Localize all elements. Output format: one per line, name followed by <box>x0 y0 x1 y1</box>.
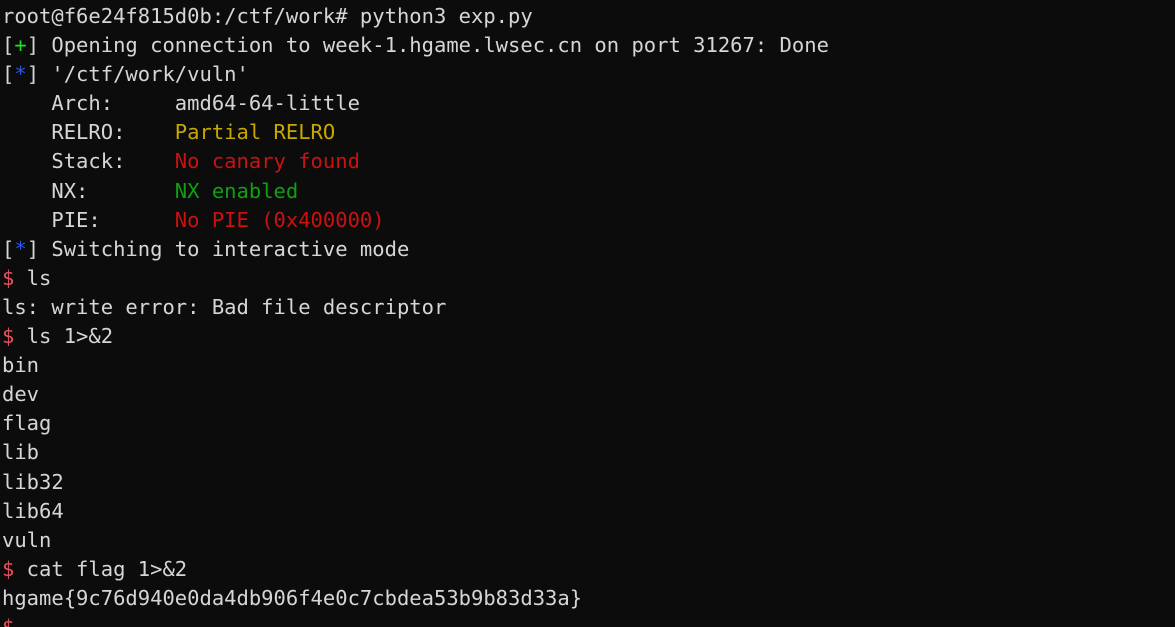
remote-command-ls-redirect-text: ls 1>&2 <box>14 324 114 349</box>
log-line-opening-connection-text: ] Opening connection to week-1.hgame.lws… <box>26 33 829 58</box>
output-line-bin-text: bin <box>2 353 40 378</box>
checksec-line-stack-text: Stack: <box>2 149 175 174</box>
checksec-line-nx-text: NX enabled <box>174 178 299 203</box>
checksec-line-stack: Stack: No canary found <box>2 147 1175 176</box>
output-line-lib-text: lib <box>2 440 40 465</box>
shell-prompt-line-text: root@f6e24f815d0b:/ctf/work# python3 exp… <box>2 4 533 28</box>
remote-command-ls-redirect-text: $ <box>2 324 15 349</box>
remote-prompt-waiting-text: $ <box>2 614 15 627</box>
checksec-line-arch-text: Arch: amd64-64-little <box>2 91 360 116</box>
checksec-line-pie-text: PIE: <box>2 207 175 232</box>
checksec-line-pie-text: No PIE (0x400000) <box>174 207 385 232</box>
log-line-interactive-mode: [*] Switching to interactive mode <box>2 235 1175 264</box>
shell-prompt-line: root@f6e24f815d0b:/ctf/work# python3 exp… <box>2 2 1175 31</box>
output-line-ls-error: ls: write error: Bad file descriptor <box>2 293 1175 322</box>
checksec-line-arch: Arch: amd64-64-little <box>2 89 1175 118</box>
log-line-interactive-mode-text: * <box>14 236 27 261</box>
log-line-binary-path-text: * <box>14 62 27 87</box>
remote-command-ls-text: $ <box>2 265 15 290</box>
output-line-flag-value: hgame{9c76d940e0da4db906f4e0c7cbdea53b9b… <box>2 584 1175 613</box>
remote-command-ls: $ ls <box>2 264 1175 293</box>
checksec-line-nx: NX: NX enabled <box>2 177 1175 206</box>
output-line-dev: dev <box>2 380 1175 409</box>
checksec-line-relro-text: RELRO: <box>2 120 175 145</box>
log-line-interactive-mode-text: [ <box>2 236 15 261</box>
remote-prompt-waiting: $ <box>2 613 1175 627</box>
checksec-line-relro-text: Partial RELRO <box>174 120 336 145</box>
log-line-opening-connection-text: + <box>14 33 27 58</box>
log-line-binary-path-text: ] '/ctf/work/vuln' <box>26 62 249 87</box>
checksec-line-nx-text: NX: <box>2 178 175 203</box>
remote-command-cat-flag-text: $ <box>2 556 15 581</box>
output-line-lib: lib <box>2 438 1175 467</box>
output-line-vuln: vuln <box>2 526 1175 555</box>
checksec-line-pie: PIE: No PIE (0x400000) <box>2 206 1175 235</box>
output-line-dev-text: dev <box>2 382 40 407</box>
log-line-interactive-mode-text: ] Switching to interactive mode <box>26 236 410 261</box>
output-line-vuln-text: vuln <box>2 527 52 552</box>
log-line-binary-path-text: [ <box>2 62 15 87</box>
remote-command-ls-redirect: $ ls 1>&2 <box>2 322 1175 351</box>
remote-command-cat-flag: $ cat flag 1>&2 <box>2 555 1175 584</box>
output-line-flag-text: flag <box>2 411 52 436</box>
log-line-binary-path: [*] '/ctf/work/vuln' <box>2 60 1175 89</box>
output-line-lib64: lib64 <box>2 497 1175 526</box>
output-line-lib32-text: lib32 <box>2 469 64 494</box>
output-line-bin: bin <box>2 351 1175 380</box>
output-line-flag: flag <box>2 409 1175 438</box>
checksec-line-stack-text: No canary found <box>174 149 360 174</box>
output-line-lib64-text: lib64 <box>2 498 64 523</box>
log-line-opening-connection-text: [ <box>2 33 15 58</box>
terminal-screen[interactable]: root@f6e24f815d0b:/ctf/work# python3 exp… <box>0 0 1175 627</box>
output-line-flag-value-text: hgame{9c76d940e0da4db906f4e0c7cbdea53b9b… <box>2 585 583 610</box>
remote-command-cat-flag-text: cat flag 1>&2 <box>14 556 188 581</box>
checksec-line-relro: RELRO: Partial RELRO <box>2 118 1175 147</box>
output-line-ls-error-text: ls: write error: Bad file descriptor <box>2 294 447 319</box>
remote-command-ls-text: ls <box>14 265 52 290</box>
log-line-opening-connection: [+] Opening connection to week-1.hgame.l… <box>2 31 1175 60</box>
output-line-lib32: lib32 <box>2 468 1175 497</box>
